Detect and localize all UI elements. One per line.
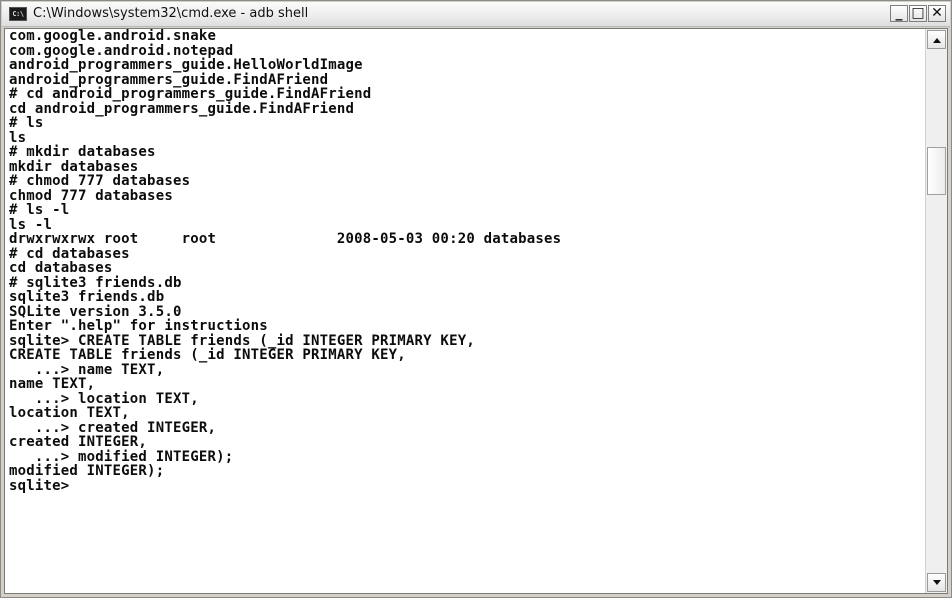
console-line: # chmod 777 databases [9,173,191,189]
vertical-scrollbar[interactable] [925,29,947,593]
console-line: cd databases [9,260,113,276]
console-line: Enter ".help" for instructions [9,318,268,334]
console-line: android_programmers_guide.HelloWorldImag… [9,57,363,73]
console-line: cd android_programmers_guide.FindAFriend [9,100,355,117]
console-line: # mkdir databases [9,144,156,160]
console-line: # sqlite3 friends.db [9,274,182,291]
title-bar[interactable]: C:\ C:\Windows\system32\cmd.exe - adb sh… [2,2,950,27]
console-line: com.google.android.notepad [9,42,234,59]
console-line: # ls [9,115,44,131]
arrow-up-icon [933,38,941,43]
console-line: ls [9,129,27,146]
arrow-down-icon [933,580,941,585]
window-title: C:\Windows\system32\cmd.exe - adb shell [33,6,309,21]
console-output[interactable]: com.google.android.snake com.google.andro… [5,29,926,593]
window-controls: _ □ ✕ [889,5,946,23]
console-line: mkdir databases [9,158,139,175]
console-line: name TEXT, [9,376,96,392]
console-line: chmod 777 databases [9,187,173,204]
console-line: created INTEGER, [9,434,148,450]
minimize-button[interactable]: _ [890,5,908,22]
console-line: sqlite> [9,477,70,494]
console-line: ...> name TEXT, [9,361,165,378]
console-line: sqlite3 friends.db [9,289,165,305]
console-line: sqlite> CREATE TABLE friends (_id INTEGE… [9,332,475,349]
console-line: ls -l [9,216,53,233]
console-lines: com.google.android.snake com.google.andro… [5,29,926,493]
scroll-down-button[interactable] [927,573,946,592]
scroll-up-button[interactable] [927,30,946,49]
console-line: ...> created INTEGER, [9,419,217,436]
console-line: CREATE TABLE friends (_id INTEGER PRIMAR… [9,347,406,363]
console-line: modified INTEGER); [9,463,165,479]
console-line: android_programmers_guide.FindAFriend [9,71,329,88]
console-client-area: com.google.android.snake com.google.andro… [4,28,948,594]
console-line: com.google.android.snake [9,29,217,44]
console-line: ...> location TEXT, [9,390,199,407]
console-line: # ls -l [9,202,70,218]
console-line: # cd databases [9,245,130,262]
console-window: C:\ C:\Windows\system32\cmd.exe - adb sh… [0,0,952,598]
console-line: ...> modified INTEGER); [9,448,234,465]
console-line: # cd android_programmers_guide.FindAFrie… [9,86,372,102]
console-line: SQLite version 3.5.0 [9,303,182,320]
close-button[interactable]: ✕ [928,5,946,22]
console-line: drwxrwxrwx root root 2008-05-03 00:20 da… [9,231,562,247]
maximize-button[interactable]: □ [909,5,927,22]
scroll-thumb[interactable] [927,147,946,195]
console-line: location TEXT, [9,405,130,421]
cmd-console-icon[interactable]: C:\ [9,7,27,21]
